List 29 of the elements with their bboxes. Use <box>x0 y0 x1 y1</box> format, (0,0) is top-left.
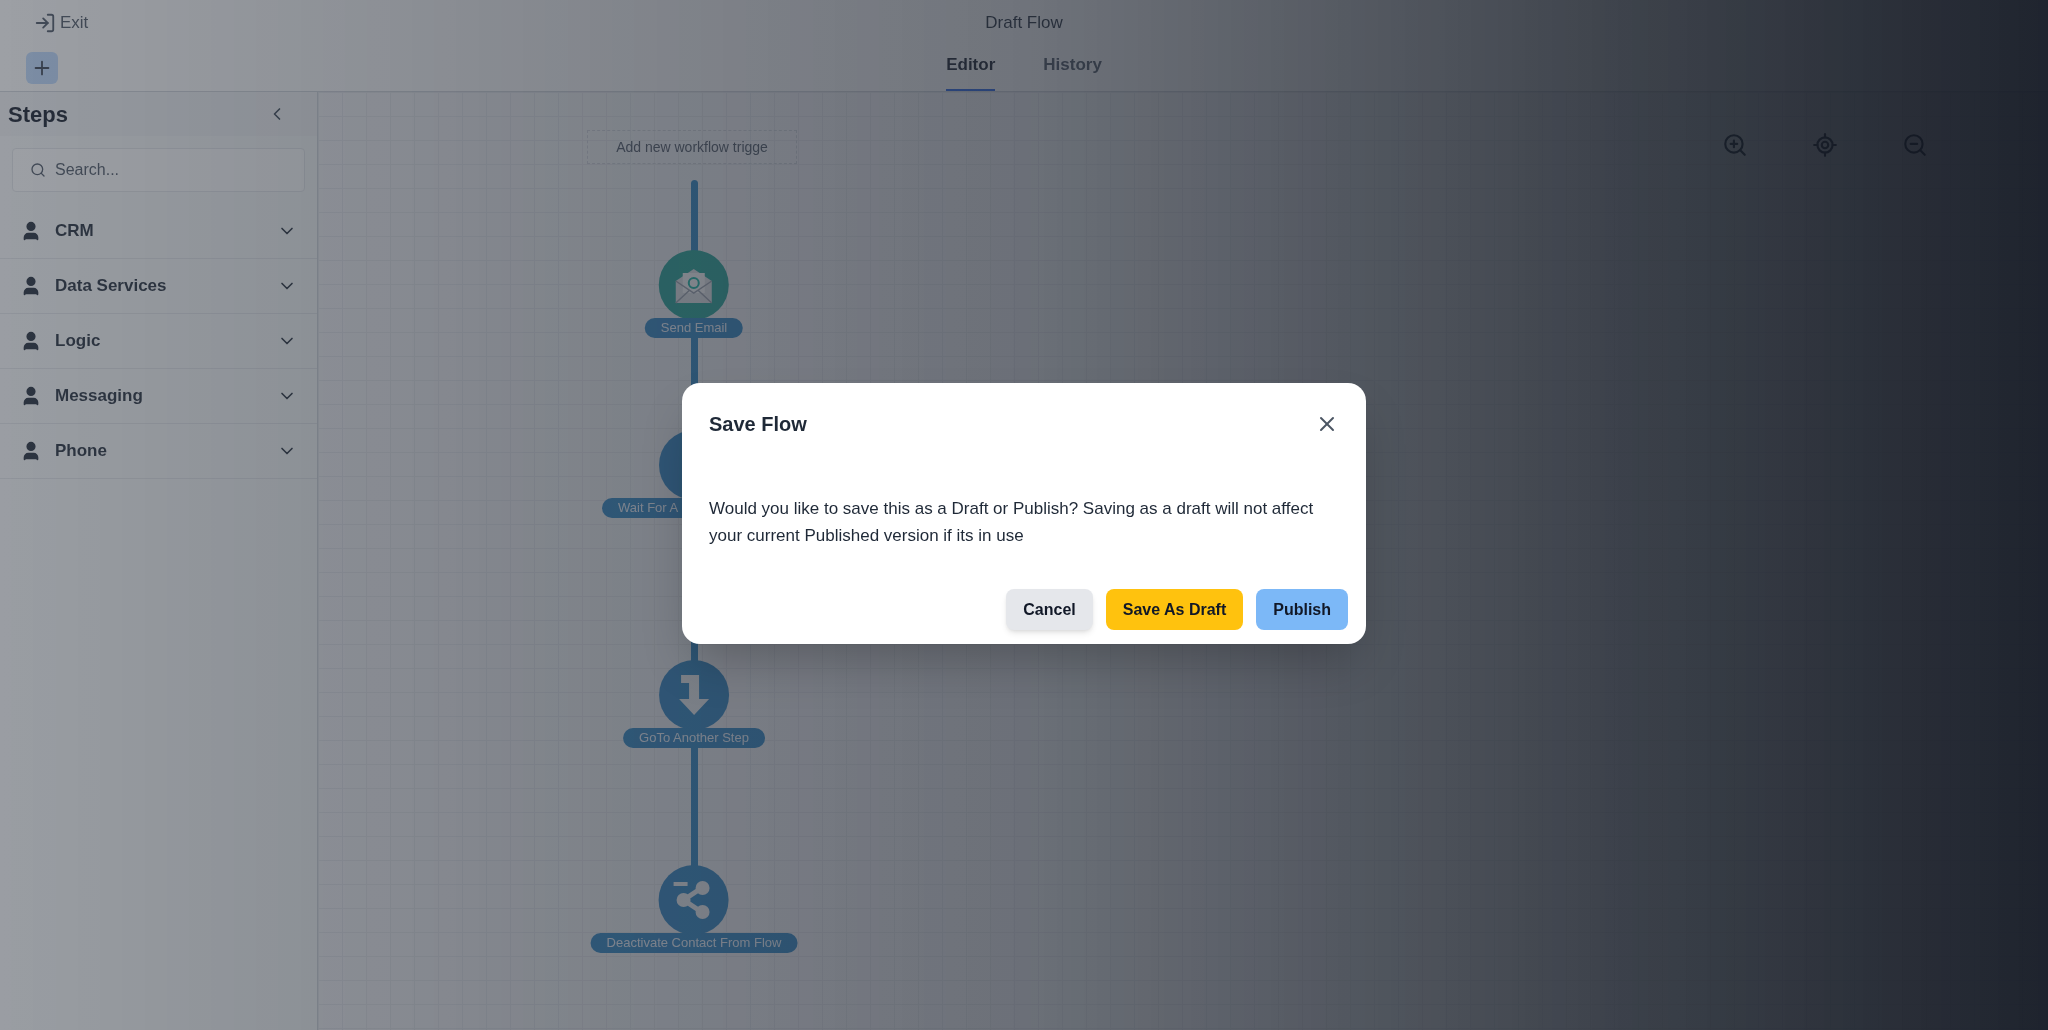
flow-title: Draft Flow <box>985 12 1063 34</box>
sidebar-title: Steps <box>8 100 68 129</box>
exit-icon <box>34 11 56 34</box>
category-row[interactable]: Data Services <box>0 259 317 314</box>
trigger-placeholder[interactable]: Add new workflow trigge <box>587 130 797 164</box>
category-row[interactable]: Messaging <box>0 369 317 424</box>
category-label: CRM <box>55 220 95 243</box>
down-arrow-icon <box>677 673 711 717</box>
step-label: Send Email <box>644 318 744 338</box>
search-field[interactable]: Search... <box>12 148 305 192</box>
dialog-title: Save Flow <box>709 412 807 437</box>
exit-button[interactable]: Exit <box>34 10 89 36</box>
category-row[interactable]: Phone <box>0 424 317 479</box>
category-row[interactable]: Logic <box>0 314 317 369</box>
dialog-button[interactable]: Save As Draft <box>1105 589 1244 630</box>
zoom-in-icon[interactable] <box>1722 132 1748 158</box>
category-label: Data Services <box>55 275 168 298</box>
step-label: GoTo Another Step <box>623 728 765 748</box>
tab[interactable]: History <box>1043 51 1102 91</box>
category-label: Messaging <box>55 385 144 408</box>
step-label: Deactivate Contact From Flow <box>590 933 798 953</box>
dialog-button[interactable]: Publish <box>1256 589 1348 630</box>
category-row[interactable]: CRM <box>0 204 317 259</box>
locate-icon[interactable] <box>1812 132 1838 158</box>
search-icon <box>30 162 46 178</box>
category-label: Phone <box>55 440 108 463</box>
category-label: Logic <box>55 330 102 353</box>
dialog-button[interactable]: Cancel <box>1006 589 1093 630</box>
add-button[interactable] <box>26 52 58 84</box>
